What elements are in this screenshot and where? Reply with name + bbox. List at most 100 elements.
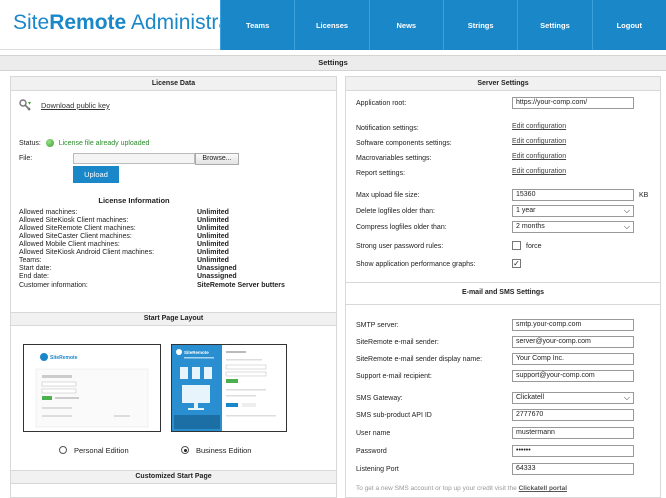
nav-strings[interactable]: Strings (442, 0, 518, 50)
browse-button[interactable]: Browse... (195, 153, 239, 165)
listening-port-label: Listening Port (356, 466, 399, 473)
license-row-label: Allowed SiteKiosk Client machines: (19, 217, 129, 224)
status-ok-icon (45, 139, 54, 147)
license-row-label: Customer information: (19, 282, 88, 289)
nav-teams[interactable]: Teams (220, 0, 295, 50)
app-root-input[interactable]: https://your-comp.com/ (512, 97, 634, 109)
license-info-title: License Information (98, 196, 170, 205)
license-row-value: Unassigned (197, 265, 237, 272)
business-preview-image: SiteRemote (172, 345, 286, 431)
server-panel: Server Settings Application root: https:… (345, 76, 661, 498)
delete-logs-label: Delete logfiles older than: (356, 208, 435, 215)
file-path-field[interactable] (73, 153, 195, 164)
report-edit-link[interactable]: Edit configuration (512, 168, 566, 175)
business-thumb-title: SiteRemote (184, 350, 209, 355)
license-row-label: End date: (19, 273, 49, 280)
license-row-label: Allowed machines: (19, 209, 78, 216)
strong-password-label: Strong user password rules: (356, 243, 444, 250)
status-text: License file already uploaded (58, 139, 150, 147)
software-edit-link[interactable]: Edit configuration (512, 138, 566, 145)
personal-edition-label[interactable]: Personal Edition (74, 446, 129, 455)
chevron-down-icon: ⌵ (623, 222, 630, 231)
license-row-label: Allowed SiteKiosk Android Client machine… (19, 249, 155, 256)
personal-edition-thumbnail[interactable]: SiteRemote (23, 344, 161, 432)
email-sms-header: E-mail and SMS Settings (461, 289, 545, 296)
status-row: Status: License file already uploaded (19, 139, 149, 147)
macrovariables-label: Macrovariables settings: (356, 155, 432, 162)
username-input[interactable]: mustermann (512, 427, 634, 439)
software-components-label: Software components settings: (356, 140, 452, 147)
macro-edit-link[interactable]: Edit configuration (512, 153, 566, 160)
license-row-label: Allowed SiteCaster Client machines: (19, 233, 132, 240)
smtp-label: SMTP server: (356, 322, 399, 329)
strong-password-force-label[interactable]: force (526, 243, 542, 250)
license-data-header: License Data (11, 77, 336, 91)
license-row-label: Teams: (19, 257, 42, 264)
max-upload-unit: KB (639, 192, 649, 199)
perf-graphs-checkbox[interactable]: ✓ (512, 259, 521, 268)
sms-gateway-label: SMS Gateway: (356, 395, 403, 402)
license-row-value: SiteRemote Server butters (197, 282, 285, 289)
support-recipient-input[interactable]: support@your-comp.com (512, 370, 634, 382)
business-edition-label[interactable]: Business Edition (196, 446, 251, 455)
sms-footer-text: To get a new SMS account or top up your … (356, 485, 517, 492)
business-edition-thumbnail[interactable]: SiteRemote (171, 344, 287, 432)
personal-preview-image: SiteRemote (24, 345, 160, 431)
chevron-down-icon: ⌵ (623, 393, 630, 402)
app-root-label: Application root: (356, 100, 407, 107)
license-row-label: Allowed Mobile Client machines: (19, 241, 120, 248)
sms-api-input[interactable]: 2777670 (512, 409, 634, 421)
password-label: Password (356, 448, 387, 455)
nav-logout[interactable]: Logout (591, 0, 666, 50)
clickatell-portal-link[interactable]: Clickatell portal (519, 485, 567, 492)
delete-logs-select[interactable]: 1 year ⌵ (512, 205, 634, 217)
username-label: User name (356, 430, 391, 437)
personal-edition-radio[interactable] (59, 446, 67, 454)
header: SiteRemote Administration Teams Licenses… (0, 0, 666, 50)
max-upload-input[interactable]: 15360 (512, 189, 634, 201)
license-row-value: Unassigned (197, 273, 237, 280)
download-public-key-link[interactable]: Download public key (41, 101, 110, 110)
smtp-input[interactable]: smtp.your-comp.com (512, 319, 634, 331)
chevron-down-icon: ⌵ (623, 206, 630, 215)
divider (346, 282, 660, 283)
upload-button[interactable]: Upload (73, 166, 119, 183)
sender-input[interactable]: server@your-comp.com (512, 336, 634, 348)
display-name-label: SiteRemote e-mail sender display name: (356, 356, 483, 363)
strong-password-checkbox[interactable] (512, 241, 521, 250)
sms-api-label: SMS sub-product API ID (356, 412, 432, 419)
checkmark-icon: ✓ (513, 259, 520, 268)
license-row-value: Unlimited (197, 257, 229, 264)
display-name-input[interactable]: Your Comp Inc. (512, 353, 634, 365)
license-row-value: Unlimited (197, 217, 229, 224)
download-key-row[interactable]: Download public key (19, 99, 110, 113)
key-download-icon (19, 99, 31, 111)
perf-graphs-label: Show application performance graphs: (356, 261, 476, 268)
server-settings-header: Server Settings (346, 77, 660, 91)
divider (346, 304, 660, 305)
license-row-label: Allowed SiteRemote Client machines: (19, 225, 136, 232)
file-label: File: (19, 155, 33, 162)
notification-edit-link[interactable]: Edit configuration (512, 123, 566, 130)
sms-footer-note: To get a new SMS account or top up your … (356, 485, 567, 492)
nav-licenses[interactable]: Licenses (294, 0, 369, 50)
compress-logs-label: Compress logfiles older than: (356, 224, 447, 231)
sms-gateway-select[interactable]: Clickatell ⌵ (512, 392, 634, 404)
max-upload-label: Max upload file size: (356, 192, 420, 199)
customized-start-page-header: Customized Start Page (11, 470, 336, 484)
license-row-value: Unlimited (197, 249, 229, 256)
license-panel: License Data Download public key Status:… (10, 76, 337, 498)
license-row-value: Unlimited (197, 225, 229, 232)
password-input[interactable]: •••••• (512, 445, 634, 457)
license-row-value: Unlimited (197, 209, 229, 216)
sender-label: SiteRemote e-mail sender: (356, 339, 439, 346)
nav-settings[interactable]: Settings (517, 0, 592, 50)
nav-news[interactable]: News (368, 0, 443, 50)
sms-gateway-value: Clickatell (516, 394, 545, 401)
listening-port-input[interactable]: 64333 (512, 463, 634, 475)
support-recipient-label: Support e-mail recipient: (356, 373, 432, 380)
compress-logs-select[interactable]: 2 months ⌵ (512, 221, 634, 233)
status-label: Status: (19, 139, 41, 147)
license-row-label: Start date: (19, 265, 52, 272)
business-edition-radio[interactable] (181, 446, 189, 454)
